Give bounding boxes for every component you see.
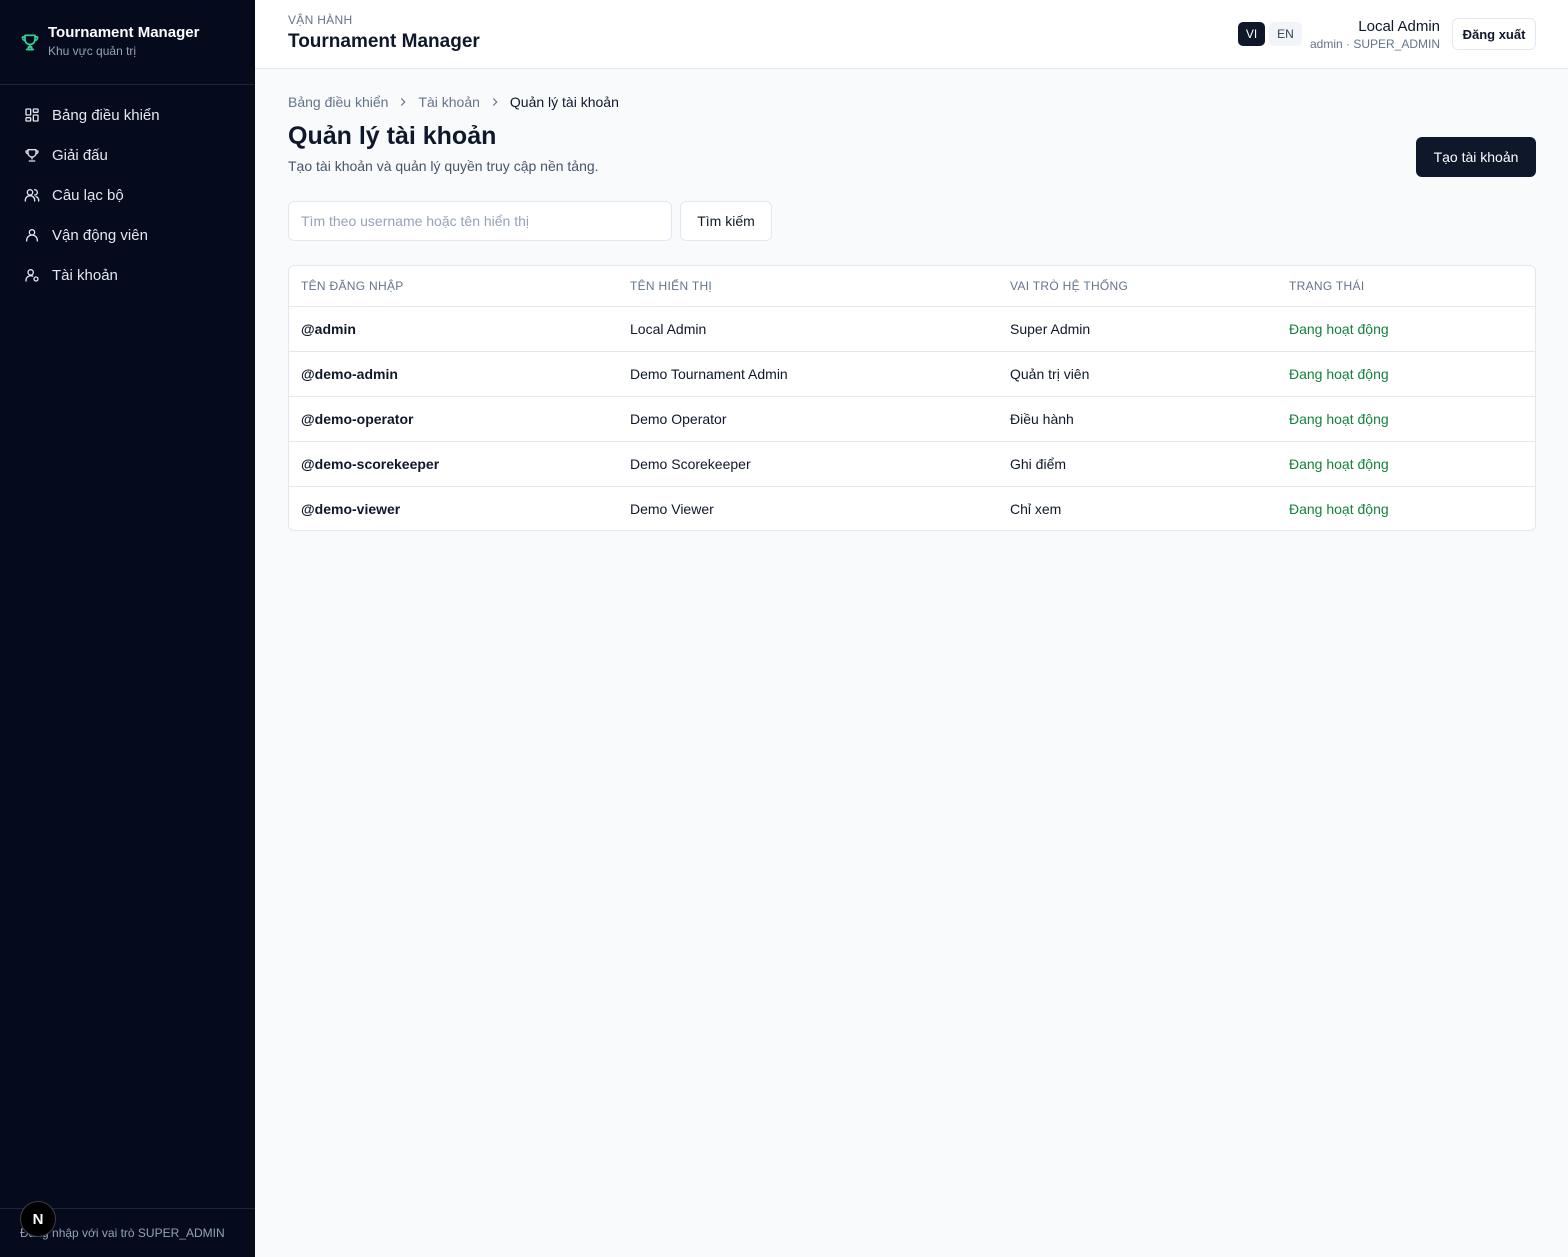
sidebar-item-athletes[interactable]: Vận động viên [12,215,244,255]
cell-username: @demo-admin [301,366,398,382]
cell-username: @demo-viewer [301,501,401,517]
table-row[interactable]: @demo-operator Demo Operator Điều hành Đ… [289,397,1535,442]
cell-username: @admin [301,321,356,337]
app-title: Tournament Manager [288,31,480,52]
lang-vi-button[interactable]: VI [1238,22,1265,46]
cell-status: Đang hoạt động [1289,501,1389,517]
cell-display-name: Local Admin [630,321,707,337]
user-meta: admin · SUPER_ADMIN [1309,37,1440,51]
cell-status: Đang hoạt động [1289,366,1389,382]
user-icon [24,227,40,243]
sidebar-item-label: Giải đấu [52,146,108,164]
cell-status: Đang hoạt động [1289,411,1389,427]
cell-role: Chỉ xem [1010,501,1062,517]
cell-display-name: Demo Operator [630,411,727,427]
brand-title: Tournament Manager [48,24,200,41]
breadcrumb-dashboard[interactable]: Bảng điều khiển [288,94,388,110]
column-header-display-name: Tên hiển thị [630,279,713,293]
dashboard-icon [24,107,40,123]
sidebar-nav: Bảng điều khiển Giải đấu Câu lạc bộ Vận … [12,95,244,295]
sidebar-item-accounts[interactable]: Tài khoản [12,255,244,295]
column-header-status: Trạng thái [1289,279,1365,293]
sidebar-item-label: Câu lạc bộ [52,186,124,204]
accounts-table: Tên đăng nhập Tên hiển thị Vai trò hệ th… [288,265,1536,531]
sidebar-item-dashboard[interactable]: Bảng điều khiển [12,95,244,135]
search-button[interactable]: Tìm kiếm [680,201,772,241]
sidebar-item-label: Vận động viên [52,226,148,244]
cell-display-name: Demo Scorekeeper [630,456,751,472]
sidebar: Tournament Manager Khu vực quản trị Bảng… [0,0,255,1257]
column-header-role: Vai trò hệ thống [1010,279,1129,293]
breadcrumb-accounts[interactable]: Tài khoản [418,94,479,110]
cell-username: @demo-operator [301,411,414,427]
create-account-button[interactable]: Tạo tài khoản [1416,137,1536,177]
breadcrumb: Bảng điều khiển Tài khoản Quản lý tài kh… [288,94,619,110]
page-title: Quản lý tài khoản [288,122,497,150]
sidebar-item-tournaments[interactable]: Giải đấu [12,135,244,175]
cell-username: @demo-scorekeeper [301,456,440,472]
search-input[interactable] [288,201,672,241]
table-row[interactable]: @demo-scorekeeper Demo Scorekeeper Ghi đ… [289,442,1535,487]
cell-role: Điều hành [1010,411,1074,427]
cell-role: Ghi điểm [1010,456,1067,472]
column-header-username: Tên đăng nhập [301,279,404,293]
cell-status: Đang hoạt động [1289,321,1389,337]
cell-status: Đang hoạt động [1289,456,1389,472]
brand: Tournament Manager Khu vực quản trị [0,0,255,85]
trophy-icon [20,31,40,53]
table-header: Tên đăng nhập Tên hiển thị Vai trò hệ th… [289,266,1535,307]
trophy-icon [24,147,40,163]
chevron-right-icon [488,95,502,109]
dev-badge[interactable]: N [20,1201,56,1237]
section-eyebrow: VẬN HÀNH [288,13,353,27]
sidebar-item-label: Tài khoản [52,266,118,284]
brand-subtitle: Khu vực quản trị [48,44,137,58]
page-description: Tạo tài khoản và quản lý quyền truy cập … [288,158,599,174]
cell-display-name: Demo Tournament Admin [630,366,788,382]
logout-button[interactable]: Đăng xuất [1452,18,1536,50]
table-row[interactable]: @demo-viewer Demo Viewer Chỉ xem Đang ho… [289,487,1535,530]
sidebar-item-label: Bảng điều khiển [52,106,160,124]
topbar: VẬN HÀNH Tournament Manager VI EN Local … [255,0,1568,69]
users-icon [24,187,40,203]
table-row[interactable]: @admin Local Admin Super Admin Đang hoạt… [289,307,1535,352]
cell-display-name: Demo Viewer [630,501,714,517]
chevron-right-icon [396,95,410,109]
user-cog-icon [24,267,40,283]
table-row[interactable]: @demo-admin Demo Tournament Admin Quản t… [289,352,1535,397]
sidebar-item-clubs[interactable]: Câu lạc bộ [12,175,244,215]
cell-role: Quản trị viên [1010,366,1090,382]
lang-en-button[interactable]: EN [1269,22,1302,46]
breadcrumb-current: Quản lý tài khoản [509,94,619,110]
user-name: Local Admin [1358,18,1440,35]
cell-role: Super Admin [1010,321,1091,337]
